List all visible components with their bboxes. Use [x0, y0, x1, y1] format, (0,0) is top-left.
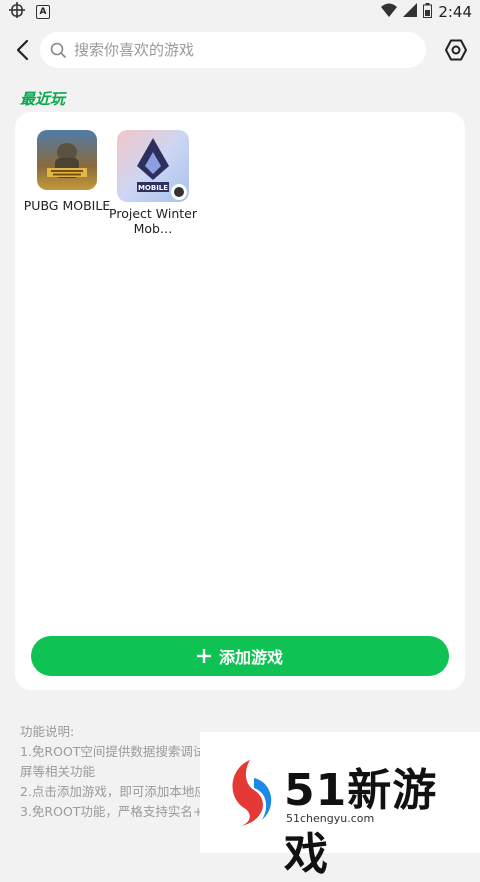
game-name: Project Winter Mob…	[109, 206, 197, 236]
plus-icon	[196, 649, 211, 663]
game-item-project-winter[interactable]: MOBILE Project Winter Mob…	[109, 130, 197, 236]
search-icon	[50, 42, 66, 58]
svg-text:MOBILE: MOBILE	[138, 184, 168, 192]
game-name: PUBG MOBILE	[23, 198, 111, 213]
watermark: 51新游戏 51chengyu.com	[200, 732, 480, 880]
bug-icon	[8, 1, 26, 23]
clock: 2:44	[438, 3, 472, 21]
signal-icon	[403, 3, 418, 21]
battery-icon	[423, 2, 433, 22]
add-game-button[interactable]: 添加游戏	[31, 636, 449, 676]
recent-games-card: PUBG MOBILE MOBILE Project Winter Mob… 添…	[15, 112, 465, 690]
status-bar: A 2:44	[0, 0, 480, 24]
game-item-pubg[interactable]: PUBG MOBILE	[23, 130, 111, 213]
chevron-left-icon	[16, 39, 29, 61]
search-box[interactable]	[40, 32, 426, 68]
pubg-app-icon	[37, 130, 97, 190]
add-game-label: 添加游戏	[218, 648, 283, 667]
wifi-icon	[381, 3, 398, 21]
settings-button[interactable]	[444, 38, 468, 62]
gear-icon	[445, 39, 467, 61]
watermark-url: 51chengyu.com	[286, 812, 375, 825]
project-winter-app-icon: MOBILE	[117, 130, 189, 202]
back-button[interactable]	[10, 36, 34, 64]
brand-logo-icon	[232, 760, 272, 826]
section-title-recent: 最近玩	[20, 90, 66, 108]
a-box-icon: A	[36, 5, 50, 19]
header	[0, 32, 480, 68]
search-input[interactable]	[72, 40, 396, 60]
